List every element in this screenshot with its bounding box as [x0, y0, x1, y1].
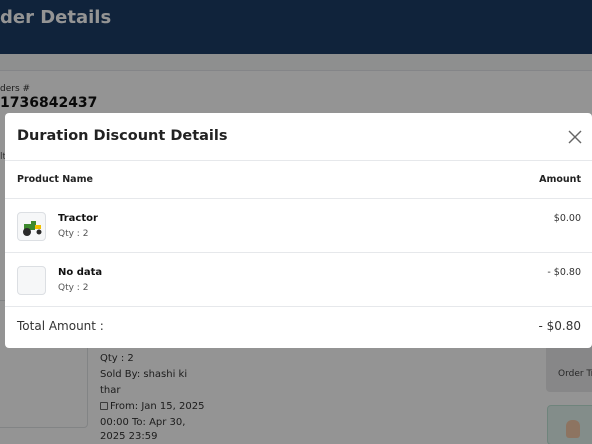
product-qty: Qty : 2	[58, 283, 89, 293]
total-value: - $0.80	[538, 319, 582, 333]
modal-header: Duration Discount Details	[5, 113, 592, 161]
empty-image	[17, 266, 46, 295]
table-row: No data Qty : 2 - $0.80	[5, 254, 592, 307]
duration-discount-modal: Duration Discount Details Product Name A…	[5, 113, 592, 348]
product-amount: - $0.80	[547, 267, 581, 278]
modal-title: Duration Discount Details	[17, 128, 228, 144]
column-product-name: Product Name	[17, 174, 93, 185]
product-amount: $0.00	[553, 213, 581, 224]
product-qty: Qty : 2	[58, 229, 89, 239]
total-label: Total Amount :	[17, 319, 104, 333]
product-name: No data	[58, 267, 103, 278]
table-header: Product Name Amount	[5, 161, 592, 199]
table-row: Tractor Qty : 2 $0.00	[5, 200, 592, 253]
product-name: Tractor	[58, 213, 98, 224]
tractor-image	[17, 212, 46, 241]
total-row: Total Amount : - $0.80	[5, 307, 592, 348]
column-amount: Amount	[539, 174, 581, 185]
close-icon[interactable]	[567, 129, 583, 145]
